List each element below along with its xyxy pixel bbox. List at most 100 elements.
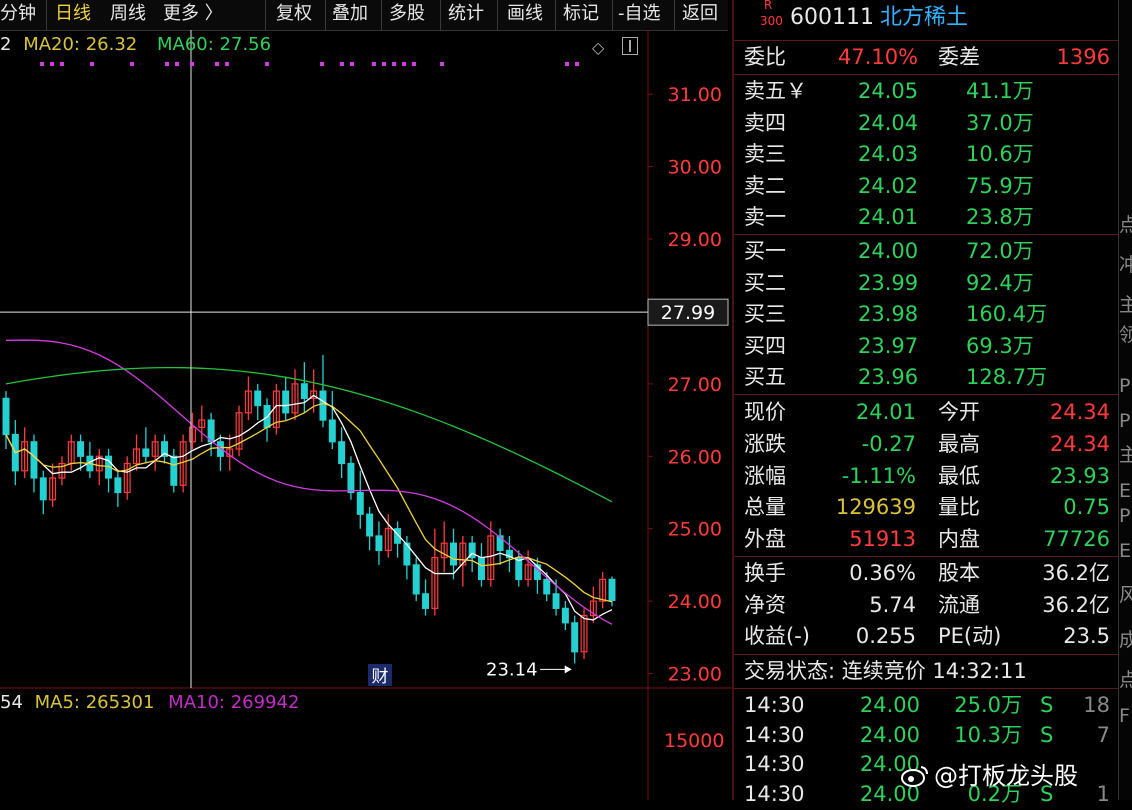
ask-volume: 41.1万 <box>966 79 1034 103</box>
ask-row[interactable]: 卖四 24.04 37.0万 <box>734 108 1120 139</box>
window-toggle-icon[interactable] <box>622 37 638 55</box>
stat-label: 外盘 <box>744 527 786 552</box>
stat-value: 129639 <box>835 495 916 520</box>
ask-row[interactable]: 卖三 24.03 10.6万 <box>734 139 1120 170</box>
candle-body <box>39 477 47 501</box>
ask-row[interactable]: 卖一 24.01 23.8万 <box>734 202 1120 233</box>
event-marker-dot <box>60 62 64 66</box>
tick-row[interactable]: 14:30 24.00 10.3万 S 7 <box>734 720 1120 751</box>
ask-volume: 37.0万 <box>966 110 1034 135</box>
event-marker-dot <box>190 62 194 66</box>
candle-body <box>254 390 262 407</box>
edge-char: P <box>1119 375 1131 397</box>
event-marker-dot <box>225 62 229 66</box>
candle-body <box>142 448 150 457</box>
fundamental-row[interactable]: 收益(-) 0.255 PE(动) 23.5 <box>734 621 1120 652</box>
candle-body <box>571 622 579 653</box>
stat-value: 0.75 <box>1063 495 1110 520</box>
bid-row[interactable]: 买二 23.99 92.4万 <box>734 268 1120 299</box>
event-marker-dot <box>50 62 54 66</box>
bid-level-label: 买五 <box>744 365 786 389</box>
bid-row[interactable]: 买一 24.00 72.0万 <box>734 236 1120 267</box>
fundamental-row[interactable]: 净资 5.74 流通 36.2亿 <box>734 590 1120 621</box>
candle-body <box>347 462 355 494</box>
event-marker-dot <box>340 62 344 66</box>
fundamental-value: 0.36% <box>849 561 916 585</box>
kline-chart[interactable]: 31.0030.0029.0028.0027.0026.0025.0024.00… <box>0 0 732 800</box>
candle-body <box>338 441 346 465</box>
stat-row[interactable]: 总量 129639 量比 0.75 <box>734 492 1120 523</box>
divider <box>734 74 1120 75</box>
stat-value: 51913 <box>849 527 916 552</box>
weibo-icon <box>900 764 930 788</box>
event-marker-dot <box>215 62 219 66</box>
fundamental-value: 36.2亿 <box>1042 592 1110 617</box>
webi-value: 47.10% <box>838 45 919 69</box>
stat-label: 最高 <box>938 431 980 456</box>
tick-side: S <box>1040 722 1054 747</box>
bid-level-label: 买四 <box>744 333 786 358</box>
stat-label: 涨跌 <box>744 431 786 456</box>
candle-body <box>375 535 383 552</box>
quote-panel: R 300 600111 北方稀土 委比 47.10% 委差 1396 卖五￥ 2… <box>732 0 1120 806</box>
event-marker-dot <box>165 62 169 66</box>
tick-count: 18 <box>1083 693 1110 717</box>
candle-body <box>543 578 551 595</box>
event-marker-dot <box>402 62 406 66</box>
stat-row[interactable]: 涨幅 -1.11% 最低 23.93 <box>734 461 1120 492</box>
tick-side: S <box>1040 693 1054 717</box>
stat-row[interactable]: 现价 24.01 今开 24.34 <box>734 397 1120 428</box>
stat-row[interactable]: 涨跌 -0.27 最高 24.34 <box>734 429 1120 460</box>
ask-level-label: 卖三 <box>744 142 786 166</box>
event-marker-dot <box>440 62 444 66</box>
edge-char: 点 <box>1119 214 1132 236</box>
candle-body <box>561 607 569 624</box>
bid-level-label: 买一 <box>744 239 786 263</box>
bid-volume: 72.0万 <box>966 239 1034 263</box>
fundamental-value: 0.255 <box>855 624 916 648</box>
fundamental-label: 流通 <box>938 592 980 617</box>
fundamental-row[interactable]: 换手 0.36% 股本 36.2亿 <box>734 558 1120 589</box>
stock-name: 北方稀土 <box>880 5 969 30</box>
stat-row[interactable]: 外盘 51913 内盘 77726 <box>734 524 1120 555</box>
edge-char: 成 <box>1119 629 1132 651</box>
event-marker-dot <box>90 62 94 66</box>
tick-price: 24.00 <box>859 693 920 717</box>
vol-legend-ma10: MA10: 269942 <box>168 692 300 713</box>
fundamental-label: 收益(-) <box>744 624 810 648</box>
ask-price: 24.01 <box>858 205 919 229</box>
ask-volume: 23.8万 <box>966 205 1034 229</box>
tick-row[interactable]: 14:30 24.00 25.0万 S 18 <box>734 690 1120 721</box>
bid-row[interactable]: 买四 23.97 69.3万 <box>734 331 1120 362</box>
trade-status: 交易状态: 连续竞价 14:32:11 <box>734 656 1120 687</box>
bid-level-label: 买三 <box>744 302 786 326</box>
ask-row[interactable]: 卖二 24.02 75.9万 <box>734 171 1120 202</box>
bid-volume: 69.3万 <box>966 333 1034 358</box>
event-marker-dot <box>265 62 269 66</box>
event-marker-dot <box>392 62 396 66</box>
candle-body <box>450 542 457 566</box>
candle-body <box>2 397 10 436</box>
bid-row[interactable]: 买三 23.98 160.4万 <box>734 299 1120 330</box>
bid-volume: 160.4万 <box>966 302 1048 326</box>
tick-time: 14:30 <box>744 781 805 806</box>
fundamental-label: 换手 <box>744 561 786 585</box>
stat-label: 今开 <box>938 400 980 424</box>
ask-row[interactable]: 卖五￥ 24.05 41.1万 <box>734 76 1120 107</box>
candle-body <box>170 455 178 486</box>
edge-char: 点 <box>1119 669 1132 691</box>
arrow-icon <box>564 665 572 674</box>
finance-marker-icon: 财 <box>372 667 389 687</box>
event-marker-dot <box>575 62 579 66</box>
tick-volume: 10.3万 <box>954 722 1022 747</box>
ask-price: 24.04 <box>858 110 919 135</box>
diamond-icon[interactable]: ◇ <box>592 38 604 57</box>
candle-body <box>300 383 308 399</box>
event-marker-dot <box>130 62 134 66</box>
bid-row[interactable]: 买五 23.96 128.7万 <box>734 362 1120 393</box>
bid-price: 23.97 <box>858 333 919 358</box>
legend-prefix: 2 <box>0 34 12 55</box>
divider <box>734 688 1120 689</box>
ask-level-label: 卖一 <box>744 205 786 229</box>
event-marker-dot <box>372 62 376 66</box>
